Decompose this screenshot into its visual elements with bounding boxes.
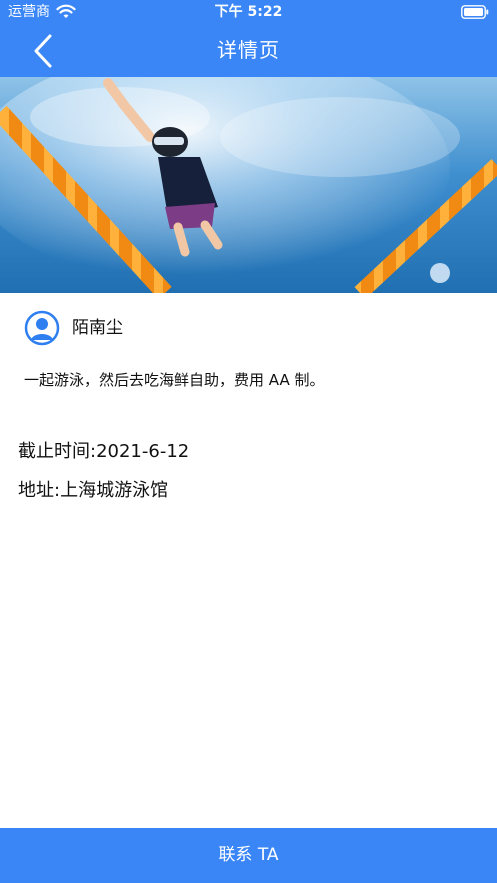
post-description: 一起游泳，然后去吃海鲜自助，费用 AA 制。 [24,371,325,389]
status-time: 下午 5:22 [214,4,283,20]
user-avatar-icon [24,310,60,346]
contact-button[interactable]: 联系 TA [0,828,497,883]
deadline-text: 截止时间:2021-6-12 [18,441,190,462]
nav-bar: 详情页 [0,24,497,77]
battery-icon [461,5,489,19]
top-bar: 运营商 下午 5:22 详情页 [0,0,497,77]
swimmer-photo [0,77,497,293]
hero-image [0,77,497,293]
status-bar: 运营商 下午 5:22 [0,0,497,24]
author-name: 陌南尘 [72,318,123,338]
page-title: 详情页 [217,38,280,62]
address-text: 地址:上海城游泳馆 [18,480,169,501]
